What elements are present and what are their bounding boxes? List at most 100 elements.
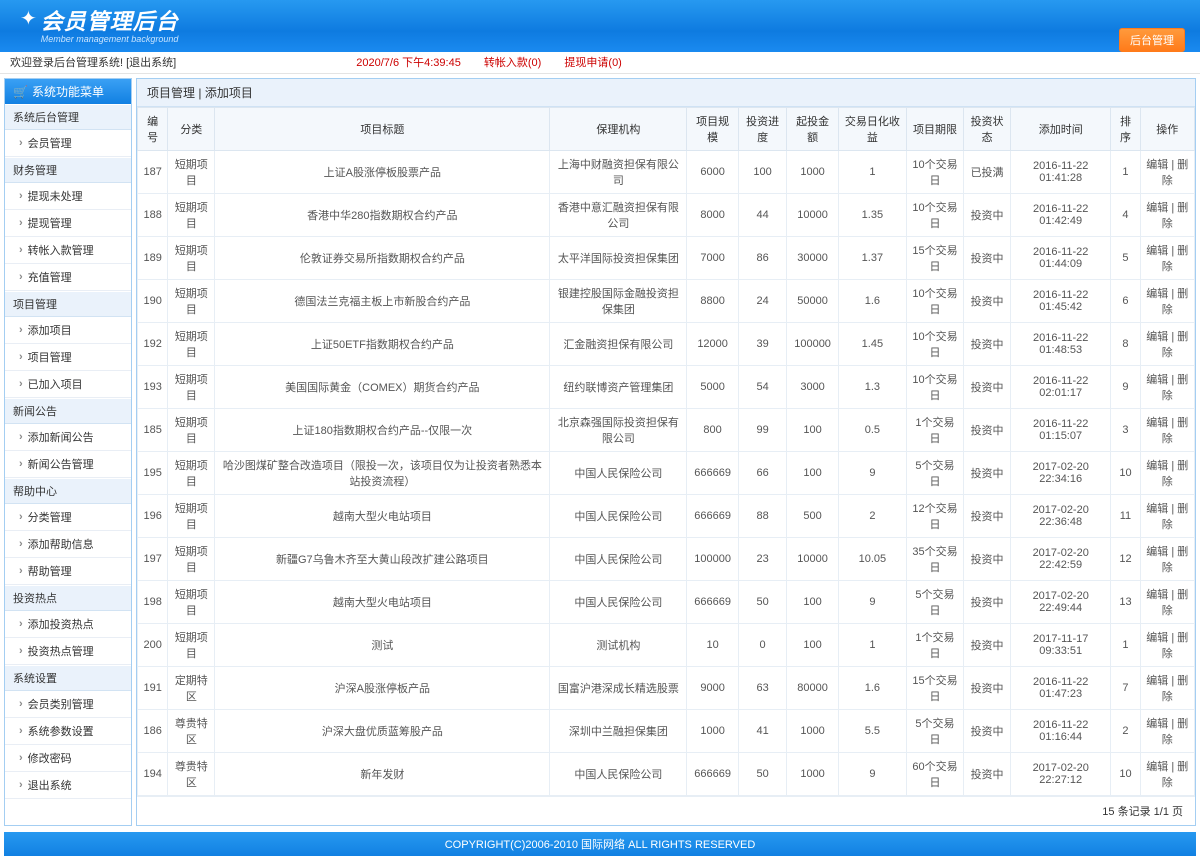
table-cell: 中国人民保险公司 bbox=[550, 452, 687, 495]
crumb-project-manage[interactable]: 项目管理 bbox=[147, 86, 195, 100]
table-cell: 1000 bbox=[687, 710, 739, 753]
table-cell: 666669 bbox=[687, 753, 739, 796]
table-pagination: 15 条记录 1/1 页 bbox=[137, 796, 1195, 825]
edit-link[interactable]: 编辑 bbox=[1146, 374, 1168, 386]
sidebar-title: 🛒 系统功能菜单 bbox=[5, 79, 131, 104]
menu-item[interactable]: 已加入项目 bbox=[5, 371, 131, 398]
table-cell: 35个交易日 bbox=[906, 538, 963, 581]
table-cell: 短期项目 bbox=[168, 409, 215, 452]
edit-link[interactable]: 编辑 bbox=[1146, 632, 1168, 644]
menu-item[interactable]: 分类管理 bbox=[5, 504, 131, 531]
app-header: ✦ 会员管理后台 Member management background 后台… bbox=[0, 0, 1200, 52]
menu-item[interactable]: 添加项目 bbox=[5, 317, 131, 344]
table-row: 192短期项目上证50ETF指数期权合约产品汇金融资担保有限公司12000391… bbox=[138, 323, 1195, 366]
table-row: 198短期项目越南大型火电站项目中国人民保险公司6666695010095个交易… bbox=[138, 581, 1195, 624]
logo: ✦ 会员管理后台 Member management background bbox=[20, 4, 179, 44]
table-cell: 100000 bbox=[687, 538, 739, 581]
menu-item[interactable]: 项目管理 bbox=[5, 344, 131, 371]
table-header: 投资进度 bbox=[738, 108, 786, 151]
menu-item[interactable]: 添加投资热点 bbox=[5, 611, 131, 638]
edit-link[interactable]: 编辑 bbox=[1146, 718, 1168, 730]
table-cell: 9 bbox=[838, 753, 906, 796]
table-cell: 短期项目 bbox=[168, 452, 215, 495]
edit-link[interactable]: 编辑 bbox=[1146, 546, 1168, 558]
table-cell: 88 bbox=[738, 495, 786, 538]
table-header: 项目规模 bbox=[687, 108, 739, 151]
edit-link[interactable]: 编辑 bbox=[1146, 245, 1168, 257]
menu-item[interactable]: 转帐入款管理 bbox=[5, 237, 131, 264]
table-cell: 2017-02-20 22:36:48 bbox=[1011, 495, 1111, 538]
menu-item[interactable]: 提现未处理 bbox=[5, 183, 131, 210]
table-cell: 500 bbox=[787, 495, 839, 538]
table-cell: 3000 bbox=[787, 366, 839, 409]
table-cell: 7 bbox=[1111, 667, 1140, 710]
table-cell: 沪深A股涨停板产品 bbox=[215, 667, 550, 710]
table-cell: 10个交易日 bbox=[906, 194, 963, 237]
menu-item[interactable]: 会员类别管理 bbox=[5, 691, 131, 718]
table-cell: 8 bbox=[1111, 323, 1140, 366]
edit-link[interactable]: 编辑 bbox=[1146, 761, 1168, 773]
menu-item[interactable]: 系统参数设置 bbox=[5, 718, 131, 745]
table-cell: 投资中 bbox=[964, 495, 1011, 538]
menu-item[interactable]: 充值管理 bbox=[5, 264, 131, 291]
table-header: 排序 bbox=[1111, 108, 1140, 151]
table-cell: 86 bbox=[738, 237, 786, 280]
table-cell: 1.3 bbox=[838, 366, 906, 409]
table-cell: 短期项目 bbox=[168, 237, 215, 280]
table-cell: 100 bbox=[787, 409, 839, 452]
withdraw-count[interactable]: 提现申请(0) bbox=[564, 57, 621, 69]
table-cell: 5个交易日 bbox=[906, 710, 963, 753]
table-cell: 银建控股国际金融投资担保集团 bbox=[550, 280, 687, 323]
edit-link[interactable]: 编辑 bbox=[1146, 503, 1168, 515]
back-manage-button[interactable]: 后台管理 bbox=[1119, 28, 1185, 52]
menu-item[interactable]: 添加新闻公告 bbox=[5, 424, 131, 451]
table-cell: 1.6 bbox=[838, 667, 906, 710]
edit-link[interactable]: 编辑 bbox=[1146, 331, 1168, 343]
menu-group: 项目管理 bbox=[5, 291, 131, 317]
table-cell: 2016-11-22 01:16:44 bbox=[1011, 710, 1111, 753]
menu-item[interactable]: 退出系统 bbox=[5, 772, 131, 799]
table-row: 193短期项目美国国际黄金（COMEX）期货合约产品纽约联博资产管理集团5000… bbox=[138, 366, 1195, 409]
table-header: 添加时间 bbox=[1011, 108, 1111, 151]
table-cell: 2016-11-22 01:15:07 bbox=[1011, 409, 1111, 452]
table-cell: 1 bbox=[838, 624, 906, 667]
cart-icon: 🛒 bbox=[13, 85, 28, 99]
logout-link[interactable]: [退出系统] bbox=[126, 57, 176, 69]
menu-item[interactable]: 帮助管理 bbox=[5, 558, 131, 585]
table-cell: 5个交易日 bbox=[906, 581, 963, 624]
row-actions: 编辑 | 删除 bbox=[1140, 495, 1194, 538]
table-cell: 2016-11-22 01:41:28 bbox=[1011, 151, 1111, 194]
edit-link[interactable]: 编辑 bbox=[1146, 675, 1168, 687]
table-cell: 9 bbox=[1111, 366, 1140, 409]
crumb-add-project[interactable]: 添加项目 bbox=[205, 86, 253, 100]
table-cell: 2017-02-20 22:34:16 bbox=[1011, 452, 1111, 495]
menu-group: 财务管理 bbox=[5, 157, 131, 183]
menu-item[interactable]: 会员管理 bbox=[5, 130, 131, 157]
edit-link[interactable]: 编辑 bbox=[1146, 202, 1168, 214]
topbar: 欢迎登录后台管理系统! [退出系统] 2020/7/6 下午4:39:45 转帐… bbox=[0, 52, 1200, 74]
menu-item[interactable]: 投资热点管理 bbox=[5, 638, 131, 665]
table-cell: 10000 bbox=[787, 194, 839, 237]
table-cell: 中国人民保险公司 bbox=[550, 753, 687, 796]
table-cell: 中国人民保险公司 bbox=[550, 581, 687, 624]
table-cell: 纽约联博资产管理集团 bbox=[550, 366, 687, 409]
edit-link[interactable]: 编辑 bbox=[1146, 288, 1168, 300]
row-actions: 编辑 | 删除 bbox=[1140, 710, 1194, 753]
table-cell: 短期项目 bbox=[168, 538, 215, 581]
table-header: 操作 bbox=[1140, 108, 1194, 151]
table-cell: 投资中 bbox=[964, 710, 1011, 753]
table-cell: 投资中 bbox=[964, 452, 1011, 495]
edit-link[interactable]: 编辑 bbox=[1146, 589, 1168, 601]
table-cell: 8800 bbox=[687, 280, 739, 323]
menu-item[interactable]: 修改密码 bbox=[5, 745, 131, 772]
table-cell: 99 bbox=[738, 409, 786, 452]
edit-link[interactable]: 编辑 bbox=[1146, 159, 1168, 171]
menu-item[interactable]: 新闻公告管理 bbox=[5, 451, 131, 478]
transfer-count[interactable]: 转帐入款(0) bbox=[484, 57, 541, 69]
menu-item[interactable]: 提现管理 bbox=[5, 210, 131, 237]
edit-link[interactable]: 编辑 bbox=[1146, 417, 1168, 429]
edit-link[interactable]: 编辑 bbox=[1146, 460, 1168, 472]
table-cell: 1.6 bbox=[838, 280, 906, 323]
table-cell: 190 bbox=[138, 280, 168, 323]
menu-item[interactable]: 添加帮助信息 bbox=[5, 531, 131, 558]
